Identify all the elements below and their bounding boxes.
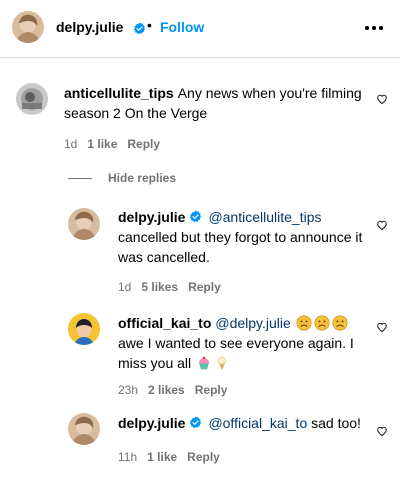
avatar[interactable] [68,208,100,240]
reply-text: cancelled but they forgot to announce it… [118,229,363,265]
reply-username[interactable]: delpy.julie [118,415,185,431]
hide-replies-button[interactable]: Hide replies [68,171,176,185]
reply-username[interactable]: official_kai_to [118,315,211,331]
reply-meta: 23h 2 likes Reply [118,383,237,397]
hide-replies-label: Hide replies [108,171,177,185]
avatar[interactable] [68,313,100,345]
like-heart-icon[interactable] [376,93,388,105]
separator-dot: • [147,17,152,33]
reply-body: delpy.julie @anticellulite_tips cancelled… [118,207,363,267]
reply-text: awe I wanted to see everyone again. I mi… [118,335,354,371]
like-heart-icon[interactable] [376,425,388,437]
verified-badge-icon [133,22,146,35]
avatar[interactable] [68,413,100,445]
reply-text: sad too! [311,415,361,431]
reply-button[interactable]: Reply [188,280,221,294]
reply-time: 11h [118,450,138,464]
follow-button[interactable]: Follow [160,19,204,35]
verified-badge-icon [189,210,202,223]
reply-meta: 1d 5 likes Reply [118,280,231,294]
comment-likes[interactable]: 1 like [87,137,117,151]
reply-button[interactable]: Reply [195,383,228,397]
comment-time: 1d [64,137,78,151]
reply-likes[interactable]: 1 like [147,450,177,464]
disappointed-face-icon [296,315,312,331]
reply-mention[interactable]: @anticellulite_tips [208,209,321,225]
post-header: delpy.julie • Follow [0,0,400,58]
cupcake-icon [196,355,212,371]
comment-username[interactable]: anticellulite_tips [64,85,174,101]
disappointed-face-icon [332,315,348,331]
reply-likes[interactable]: 2 likes [148,383,185,397]
avatar[interactable] [16,83,48,115]
like-heart-icon[interactable] [376,321,388,333]
reply-body: official_kai_to @delpy.julie awe I wanted… [118,313,373,373]
reply-mention[interactable]: @official_kai_to [208,415,307,431]
reply-button[interactable]: Reply [187,450,220,464]
reply-body: delpy.julie @official_kai_to sad too! [118,413,368,433]
reply-time: 23h [118,383,139,397]
header-username[interactable]: delpy.julie [56,19,123,35]
reply-button[interactable]: Reply [127,137,160,151]
avatar[interactable] [12,11,44,43]
comment-body: anticellulite_tips Any news when you're f… [64,83,364,123]
disappointed-face-icon [314,315,330,331]
like-heart-icon[interactable] [376,219,388,231]
comment-meta: 1d 1 like Reply [64,137,170,151]
reply-meta: 11h 1 like Reply [118,450,230,464]
reply-time: 1d [118,280,132,294]
reply-username[interactable]: delpy.julie [118,209,185,225]
more-options-icon[interactable] [364,16,384,36]
verified-badge-icon [189,416,202,429]
divider-line [68,178,92,180]
ice-cream-icon [214,355,230,371]
reply-mention[interactable]: @delpy.julie [215,315,290,331]
reply-likes[interactable]: 5 likes [141,280,178,294]
